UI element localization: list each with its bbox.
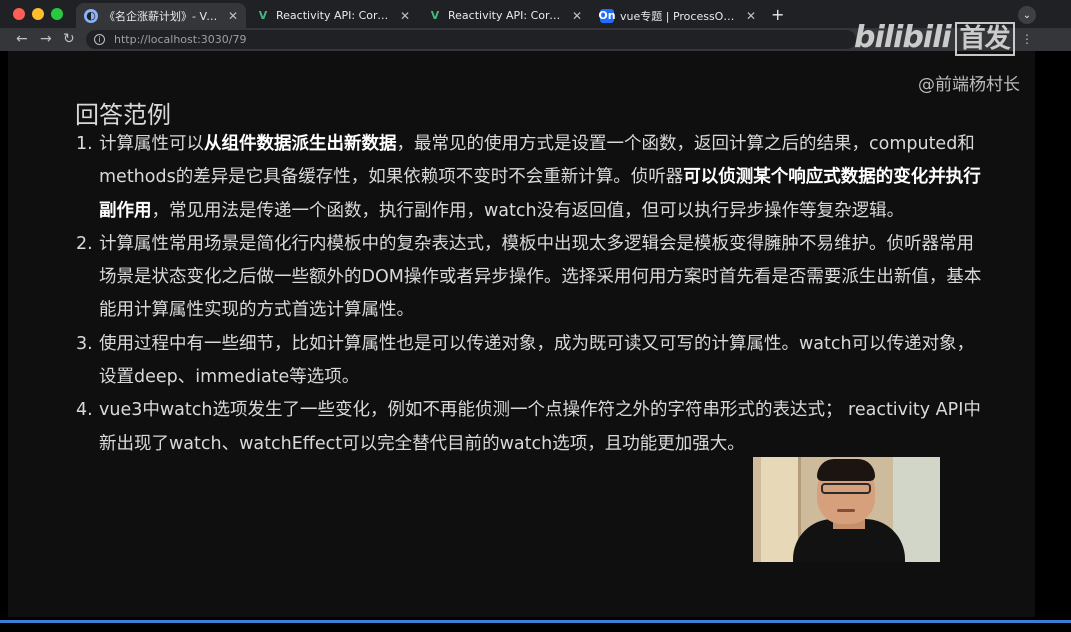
tab-search-button[interactable]: ⌄ <box>1018 6 1036 24</box>
tab-title: Reactivity API: Core | Vue.js <box>448 9 566 22</box>
answer-text: 计算属性常用场景是简化行内模板中的复杂表达式，模板中出现太多逻辑会是模板变得臃肿… <box>99 228 986 328</box>
vue-icon: V <box>258 9 268 22</box>
reload-icon[interactable]: ↻ <box>63 30 75 48</box>
address-bar[interactable]: i http://localhost:3030/79 <box>86 30 856 49</box>
bilibili-watermark: bilibili 首发 <box>854 18 1015 56</box>
close-window-button[interactable] <box>13 8 25 20</box>
tab-reactivity-api-1[interactable]: V Reactivity API: Core | Vue.js ✕ <box>248 3 418 28</box>
maximize-window-button[interactable] <box>51 8 63 20</box>
tab-title: Reactivity API: Core | Vue.js <box>276 9 394 22</box>
answer-number: 4. <box>76 400 93 421</box>
slide-heading: 回答范例 <box>75 101 171 129</box>
answer-list: 1. 计算属性可以从组件数据派生出新数据，最常见的使用方式是设置一个函数，返回计算… <box>76 128 986 461</box>
forward-arrow-icon[interactable]: → <box>40 30 52 48</box>
tab-slides[interactable]: ◐ 《名企涨薪计划》- Vue专题 - Sl ✕ <box>76 3 246 28</box>
answer-segment: 使用过程中有一些细节，比如计算属性也是可以传递对象，成为既可读又可写的计算属性。… <box>99 333 975 388</box>
watermark-label: 首发 <box>954 22 1015 56</box>
progress-bar <box>0 620 1071 623</box>
close-icon[interactable]: ✕ <box>228 9 238 23</box>
answer-item: 3. 使用过程中有一些细节，比如计算属性也是可以传递对象，成为既可读又可写的计算属… <box>76 328 986 395</box>
info-icon[interactable]: i <box>94 34 105 45</box>
tab-title: 《名企涨薪计划》- Vue专题 - Sl <box>104 9 222 23</box>
answer-item: 2. 计算属性常用场景是简化行内模板中的复杂表达式，模板中出现太多逻辑会是模板变得… <box>76 228 986 328</box>
answer-segment: ，常见用法是传递一个函数，执行副作用，watch没有返回值，但可以执行异步操作等… <box>151 200 905 221</box>
page-edge <box>1035 51 1071 617</box>
back-arrow-icon[interactable]: ← <box>16 30 28 48</box>
tab-title: vue专题 | ProcessOn免费在线作图 <box>620 9 740 23</box>
answer-item: 1. 计算属性可以从组件数据派生出新数据，最常见的使用方式是设置一个函数，返回计算… <box>76 128 986 228</box>
author-handle: @前端杨村长 <box>918 75 1020 95</box>
answer-text: vue3中watch选项发生了一些变化，例如不再能侦测一个点操作符之外的字符串形… <box>99 394 986 461</box>
answer-number: 1. <box>76 134 93 154</box>
answer-text: 计算属性可以从组件数据派生出新数据，最常见的使用方式是设置一个函数，返回计算之后… <box>99 128 986 228</box>
answer-emphasis: 从组件数据派生出新数据 <box>204 134 397 154</box>
vue-icon: V <box>430 9 440 22</box>
close-icon[interactable]: ✕ <box>572 9 582 23</box>
answer-number: 3. <box>76 333 93 354</box>
presenter-mouth <box>837 509 855 512</box>
answer-text: 使用过程中有一些细节，比如计算属性也是可以传递对象，成为既可读又可写的计算属性。… <box>99 328 986 395</box>
address-url: http://localhost:3030/79 <box>114 33 247 46</box>
tab-reactivity-api-2[interactable]: V Reactivity API: Core | Vue.js ✕ <box>420 3 590 28</box>
new-tab-button[interactable]: + <box>771 5 784 24</box>
close-icon[interactable]: ✕ <box>400 9 410 23</box>
tab-processon[interactable]: On vue专题 | ProcessOn免费在线作图 ✕ <box>592 3 764 28</box>
presenter-webcam <box>753 457 940 562</box>
bilibili-logo: bilibili <box>854 20 952 55</box>
globe-icon: ◐ <box>84 8 98 23</box>
presenter-hair <box>817 459 875 481</box>
answer-number: 2. <box>76 233 93 254</box>
answer-segment: vue3中watch选项发生了一些变化，例如不再能侦测一个点操作符之外的字符串形… <box>99 400 981 454</box>
minimize-window-button[interactable] <box>32 8 44 20</box>
presenter-glasses <box>821 483 871 494</box>
processon-icon: On <box>598 8 616 23</box>
answer-segment: 计算属性可以 <box>99 134 204 154</box>
answer-item: 4. vue3中watch选项发生了一些变化，例如不再能侦测一个点操作符之外的字符… <box>76 394 986 461</box>
close-icon[interactable]: ✕ <box>746 9 756 23</box>
more-options-icon[interactable]: ⋮ <box>1021 32 1033 46</box>
answer-segment: 计算属性常用场景是简化行内模板中的复杂表达式，模板中出现太多逻辑会是模板变得臃肿… <box>99 233 982 321</box>
